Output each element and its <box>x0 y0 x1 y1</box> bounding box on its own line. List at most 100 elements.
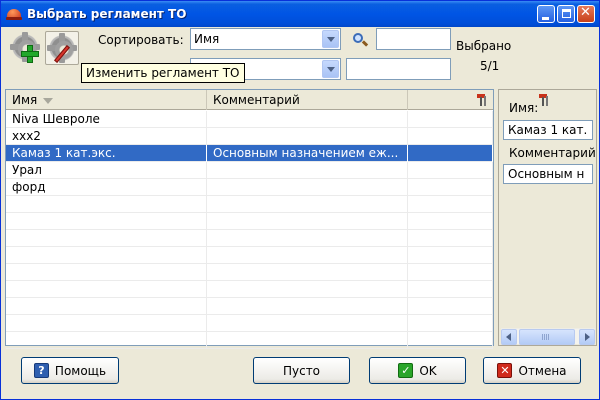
cell-comment <box>207 332 408 349</box>
detail-name-label: Имя: <box>509 101 539 115</box>
table-row-empty[interactable] <box>6 213 493 230</box>
cell-extra <box>408 230 493 247</box>
cell-extra <box>408 111 493 128</box>
selected-label: Выбрано <box>456 39 512 53</box>
cell-name <box>6 332 207 349</box>
cell-name: Niva Шевроле <box>6 111 207 128</box>
detail-comment-field[interactable]: Основным н <box>503 164 593 184</box>
sort-label: Сортировать: <box>98 33 184 47</box>
cancel-x-icon: ✕ <box>497 363 513 378</box>
settings-hammer-icon[interactable] <box>475 93 489 107</box>
dialog-window: Выбрать регламент ТО ✕ Сортировать: Имя … <box>0 0 600 400</box>
cell-name: Урал <box>6 162 207 179</box>
checkmark-icon: ✓ <box>398 363 414 378</box>
empty-button[interactable]: Пусто <box>253 357 350 384</box>
cell-extra <box>408 179 493 196</box>
column-header-comment[interactable]: Комментарий <box>207 90 408 110</box>
table-row-empty[interactable] <box>6 264 493 281</box>
maximize-icon <box>562 9 571 18</box>
cell-extra <box>408 298 493 315</box>
cell-extra <box>408 145 493 162</box>
cell-extra <box>408 213 493 230</box>
table-row-empty[interactable] <box>6 298 493 315</box>
details-panel: Имя: Камаз 1 кат. Комментарий Основным н <box>498 89 597 346</box>
cell-extra <box>408 281 493 298</box>
title-bar[interactable]: Выбрать регламент ТО ✕ <box>1 1 599 27</box>
cell-extra <box>408 264 493 281</box>
cell-name <box>6 298 207 315</box>
cell-name: Камаз 1 кат.экс. <box>6 145 207 162</box>
table-row-empty[interactable] <box>6 196 493 213</box>
detail-comment-label: Комментарий <box>509 146 596 160</box>
cell-name: xxx2 <box>6 128 207 145</box>
cell-comment <box>207 264 408 281</box>
table-row[interactable]: xxx2 <box>6 128 493 145</box>
cell-name <box>6 230 207 247</box>
cell-comment <box>207 213 408 230</box>
table-row[interactable]: форд <box>6 179 493 196</box>
window-title: Выбрать регламент ТО <box>27 7 187 21</box>
sort-desc-icon <box>43 97 54 104</box>
cell-name <box>6 247 207 264</box>
selected-count: 5/1 <box>480 59 500 73</box>
tooltip: Изменить регламент ТО <box>81 63 245 83</box>
table-row[interactable]: Niva Шевроле <box>6 111 493 128</box>
cell-name <box>6 264 207 281</box>
cell-name <box>6 213 207 230</box>
cell-extra <box>408 247 493 264</box>
scroll-right-icon[interactable] <box>579 329 595 345</box>
table-row[interactable]: Камаз 1 кат.экс. Основным назначением еж.… <box>6 145 493 162</box>
chevron-down-icon[interactable] <box>322 60 339 78</box>
scroll-left-icon[interactable] <box>501 329 517 345</box>
help-button[interactable]: ? Помощь <box>21 357 119 384</box>
cell-extra <box>408 162 493 179</box>
edit-regulation-button[interactable] <box>45 31 79 65</box>
close-button[interactable]: ✕ <box>577 5 595 23</box>
cell-comment: Основным назначением еж... <box>207 145 408 162</box>
app-hat-icon <box>6 6 22 22</box>
cell-comment <box>207 315 408 332</box>
gear-icon <box>47 33 77 63</box>
table-row-empty[interactable] <box>6 315 493 332</box>
cell-comment <box>207 281 408 298</box>
cell-comment <box>207 128 408 145</box>
maximize-button[interactable] <box>557 5 575 23</box>
cell-comment <box>207 298 408 315</box>
close-icon: ✕ <box>580 5 591 20</box>
add-regulation-button[interactable] <box>9 31 43 65</box>
horizontal-scrollbar[interactable] <box>501 328 595 345</box>
search-input[interactable] <box>376 28 451 50</box>
sort-select[interactable]: Имя <box>190 28 341 50</box>
chevron-down-icon[interactable] <box>322 30 339 48</box>
table-row-empty[interactable] <box>6 230 493 247</box>
settings-hammer-icon[interactable] <box>537 93 551 107</box>
column-header-name[interactable]: Имя <box>6 90 207 110</box>
cell-extra <box>408 332 493 349</box>
cancel-button[interactable]: ✕ Отмена <box>483 357 581 384</box>
cell-comment <box>207 179 408 196</box>
minimize-button[interactable] <box>537 5 555 23</box>
sort-select-value: Имя <box>194 32 220 46</box>
table-header: Имя Комментарий <box>6 90 493 110</box>
table-row-empty[interactable] <box>6 247 493 264</box>
detail-name-field[interactable]: Камаз 1 кат. <box>503 120 593 140</box>
scroll-thumb[interactable] <box>519 329 575 345</box>
table-row-empty[interactable] <box>6 281 493 298</box>
cell-name <box>6 315 207 332</box>
cell-name: форд <box>6 179 207 196</box>
cell-comment <box>207 162 408 179</box>
minimize-icon <box>542 17 549 20</box>
cell-extra <box>408 315 493 332</box>
cell-comment <box>207 247 408 264</box>
search-icon[interactable] <box>352 32 369 48</box>
filter-search-input[interactable] <box>346 58 451 80</box>
ok-button[interactable]: ✓ OK <box>369 357 466 384</box>
cell-extra <box>408 128 493 145</box>
table-row-empty[interactable] <box>6 332 493 349</box>
cell-extra <box>408 196 493 213</box>
cell-name <box>6 196 207 213</box>
cell-comment <box>207 230 408 247</box>
cell-comment <box>207 111 408 128</box>
table-row[interactable]: Урал <box>6 162 493 179</box>
regulations-table[interactable]: Имя Комментарий Niva Шевроле xxx2 Камаз 1 … <box>5 89 494 349</box>
